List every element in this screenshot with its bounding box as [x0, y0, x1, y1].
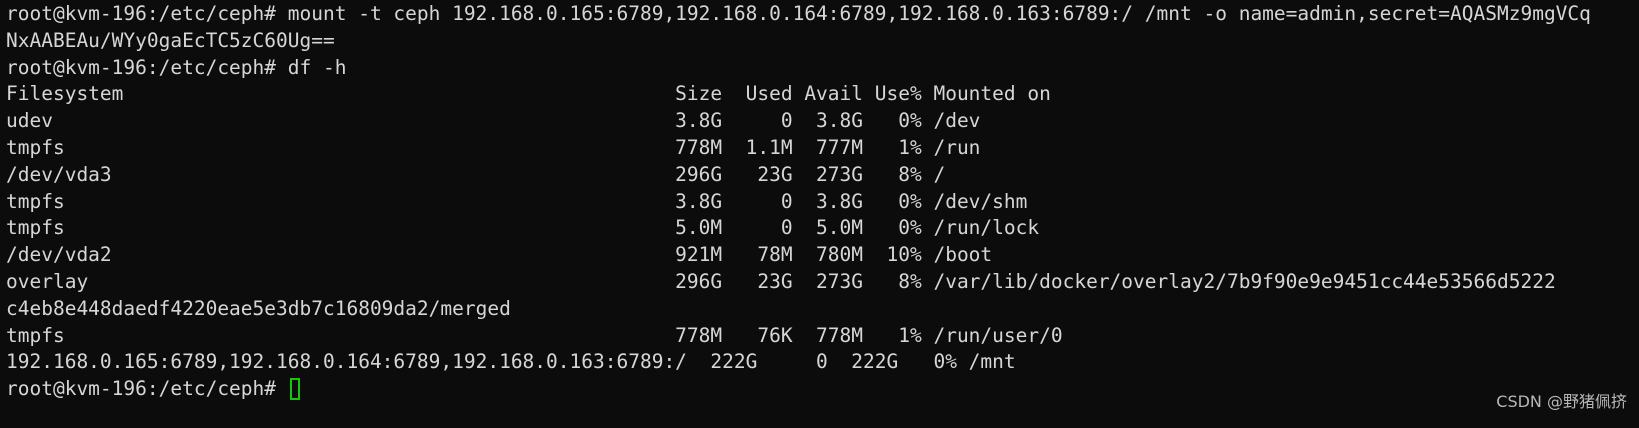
df-row-tmpfs-shm: tmpfs 3.8G 0 3.8G 0% /dev/shm: [6, 189, 1028, 213]
df-row-udev: udev 3.8G 0 3.8G 0% /dev: [6, 109, 981, 133]
df-row-vda3: /dev/vda3 296G 23G 273G 8% /: [6, 162, 946, 186]
watermark: CSDN @野猪佩挤: [1496, 392, 1627, 411]
df-row-tmpfs-lock: tmpfs 5.0M 0 5.0M 0% /run/lock: [6, 216, 1040, 240]
terminal-prompt-line[interactable]: root@kvm-196:/etc/ceph#: [6, 376, 1639, 403]
df-row-ceph-mnt: 192.168.0.165:6789,192.168.0.164:6789,19…: [6, 350, 1016, 374]
df-row-vda2: /dev/vda2 921M 78M 780M 10% /boot: [6, 243, 993, 267]
terminal-prompt: root@kvm-196:/etc/ceph#: [6, 377, 288, 401]
df-row-overlay-wrap: c4eb8e448daedf4220eae5e3db7c16809da2/mer…: [6, 296, 511, 320]
terminal-line-mount-command-wrap: NxAABEAu/WYy0gaEcTC5zC60Ug==: [6, 28, 335, 52]
df-row-tmpfs-user: tmpfs 778M 76K 778M 1% /run/user/0: [6, 323, 1063, 347]
terminal-line-df-command: root@kvm-196:/etc/ceph# df -h: [6, 55, 347, 79]
terminal-window[interactable]: root@kvm-196:/etc/ceph# mount -t ceph 19…: [0, 0, 1639, 428]
df-row-tmpfs-run: tmpfs 778M 1.1M 777M 1% /run: [6, 135, 981, 159]
df-row-overlay: overlay 296G 23G 273G 8% /var/lib/docker…: [6, 269, 1556, 293]
terminal-line-mount-command: root@kvm-196:/etc/ceph# mount -t ceph 19…: [6, 2, 1591, 25]
df-header-row: Filesystem Size Used Avail Use% Mounted …: [6, 82, 1051, 106]
terminal-cursor: [289, 378, 300, 401]
